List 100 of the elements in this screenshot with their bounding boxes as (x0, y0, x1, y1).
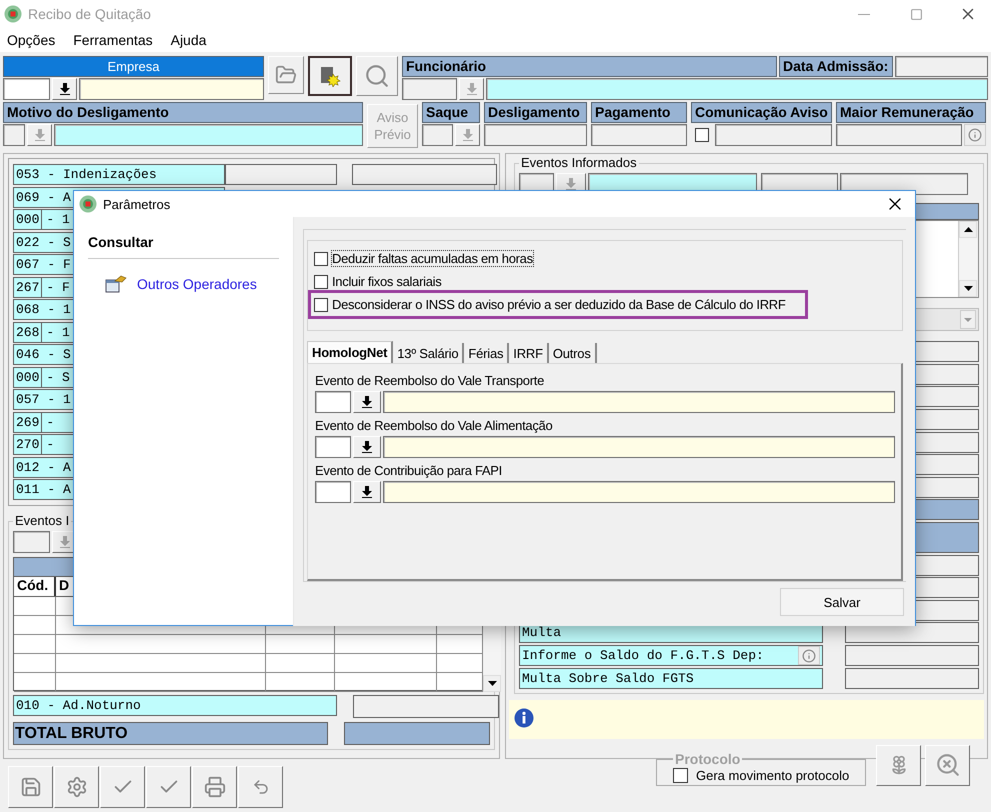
section-header: Motivo do Desligamento (3, 102, 363, 123)
toolbar-button[interactable] (925, 744, 970, 786)
process-button[interactable] (308, 56, 352, 96)
input-field[interactable] (402, 78, 457, 100)
section-header: Comunicação Aviso (691, 102, 832, 123)
input-field[interactable] (484, 124, 587, 146)
input-field[interactable] (315, 481, 351, 503)
tab[interactable]: Férias (464, 343, 510, 363)
download-icon (466, 83, 476, 95)
checkbox[interactable] (314, 298, 328, 312)
checkbox[interactable] (314, 252, 328, 266)
input-field[interactable] (3, 124, 25, 146)
download-icon (362, 441, 372, 453)
tab[interactable]: Outros (548, 343, 597, 363)
save-button[interactable]: Salvar (780, 588, 904, 616)
lookup-button[interactable] (52, 78, 77, 100)
download-icon (60, 83, 70, 95)
table-cell (266, 635, 335, 654)
info-button[interactable] (798, 646, 820, 666)
gear-icon (66, 776, 88, 798)
app-icon (79, 195, 97, 213)
toolbar-button[interactable] (876, 744, 921, 786)
total-label: TOTAL BRUTO (13, 722, 328, 746)
input-field[interactable] (836, 124, 962, 146)
section-header: Data Admissão: (779, 56, 893, 77)
dialog-title: Parâmetros (103, 196, 172, 212)
input-field[interactable] (715, 124, 832, 146)
checkbox-label: Gera movimento protocolo (696, 768, 850, 783)
input-field[interactable] (3, 78, 50, 100)
caret-icon (964, 318, 972, 322)
checkbox-label: Deduzir faltas acumuladas em horas (332, 251, 533, 266)
table-cell (266, 654, 335, 674)
input-field[interactable] (79, 78, 264, 100)
checkbox[interactable] (673, 768, 688, 783)
down-arrow-icon (964, 286, 972, 292)
input-field[interactable] (895, 56, 988, 77)
group-label: Eventos Informados (519, 156, 639, 170)
menu-item[interactable]: Ferramentas (73, 32, 153, 48)
tab[interactable]: IRRF (509, 343, 549, 363)
scroll-down-button[interactable] (959, 280, 977, 298)
table-cell (266, 673, 335, 692)
list-row[interactable]: 010 - Ad.Noturno (13, 695, 337, 716)
tab[interactable]: HomologNet (307, 341, 394, 363)
toolbar-button[interactable] (100, 766, 145, 808)
input-field[interactable] (315, 391, 351, 413)
download-icon (34, 129, 44, 141)
section-header: Maior Remuneração (836, 102, 986, 123)
search-x-icon (934, 752, 960, 778)
maximize-icon (910, 8, 922, 20)
toolbar-button[interactable] (238, 766, 283, 808)
lookup-button[interactable] (353, 481, 381, 503)
section-header: Desligamento (484, 102, 587, 123)
input-field[interactable] (315, 436, 351, 458)
input-field[interactable] (422, 124, 453, 146)
window-icon (105, 275, 127, 293)
input-field[interactable] (13, 531, 50, 554)
tab[interactable]: 13º Salário (393, 343, 464, 363)
up-arrow-icon (964, 227, 972, 232)
menu-item[interactable]: Opções (7, 32, 56, 48)
printer-icon (204, 776, 226, 798)
download-icon (462, 129, 472, 141)
info-button[interactable] (964, 124, 986, 146)
input-field[interactable] (591, 124, 687, 146)
info-icon (514, 708, 534, 728)
toolbar-button[interactable] (8, 766, 53, 808)
lookup-button[interactable] (353, 436, 381, 458)
input-field[interactable] (383, 436, 895, 458)
download-icon (60, 536, 70, 548)
input-field[interactable] (383, 481, 895, 503)
down-arrow-icon (488, 681, 496, 686)
document-gear-icon (319, 65, 341, 87)
menu-item[interactable]: Ajuda (170, 32, 206, 48)
toolbar-button[interactable] (54, 766, 99, 808)
list-row[interactable]: 053 - Indenizações (13, 164, 225, 185)
search-icon (364, 63, 390, 89)
table-cell (14, 654, 56, 674)
input-field[interactable] (486, 78, 988, 100)
field-label: Evento de Contribuição para FAPI (315, 463, 503, 478)
group-label: Eventos I (13, 514, 72, 528)
checkbox[interactable] (695, 128, 709, 142)
sidebar-link[interactable]: Outros Operadores (105, 275, 279, 293)
input-field[interactable] (383, 391, 895, 413)
info-icon (968, 128, 982, 142)
scroll-up-button[interactable] (959, 221, 977, 238)
table-cell (14, 635, 56, 654)
info-icon (802, 648, 816, 663)
input-field[interactable] (54, 124, 363, 146)
sidebar-heading: Consultar (88, 234, 279, 259)
checkbox[interactable] (314, 274, 328, 288)
lookup-button[interactable] (353, 391, 381, 413)
table-cell (14, 673, 56, 692)
checkbox-label: Incluir fixos salariais (332, 274, 442, 289)
list-row[interactable]: Informe o Saldo do F.G.T.S Dep: (519, 645, 823, 666)
list-row[interactable]: Multa Sobre Saldo FGTS (519, 668, 823, 689)
scroll-down-button[interactable] (483, 675, 501, 692)
toolbar-button[interactable] (146, 766, 191, 808)
download-icon (566, 178, 576, 190)
folder-icon (275, 64, 297, 86)
download-icon (362, 486, 372, 498)
toolbar-button[interactable] (192, 766, 237, 808)
